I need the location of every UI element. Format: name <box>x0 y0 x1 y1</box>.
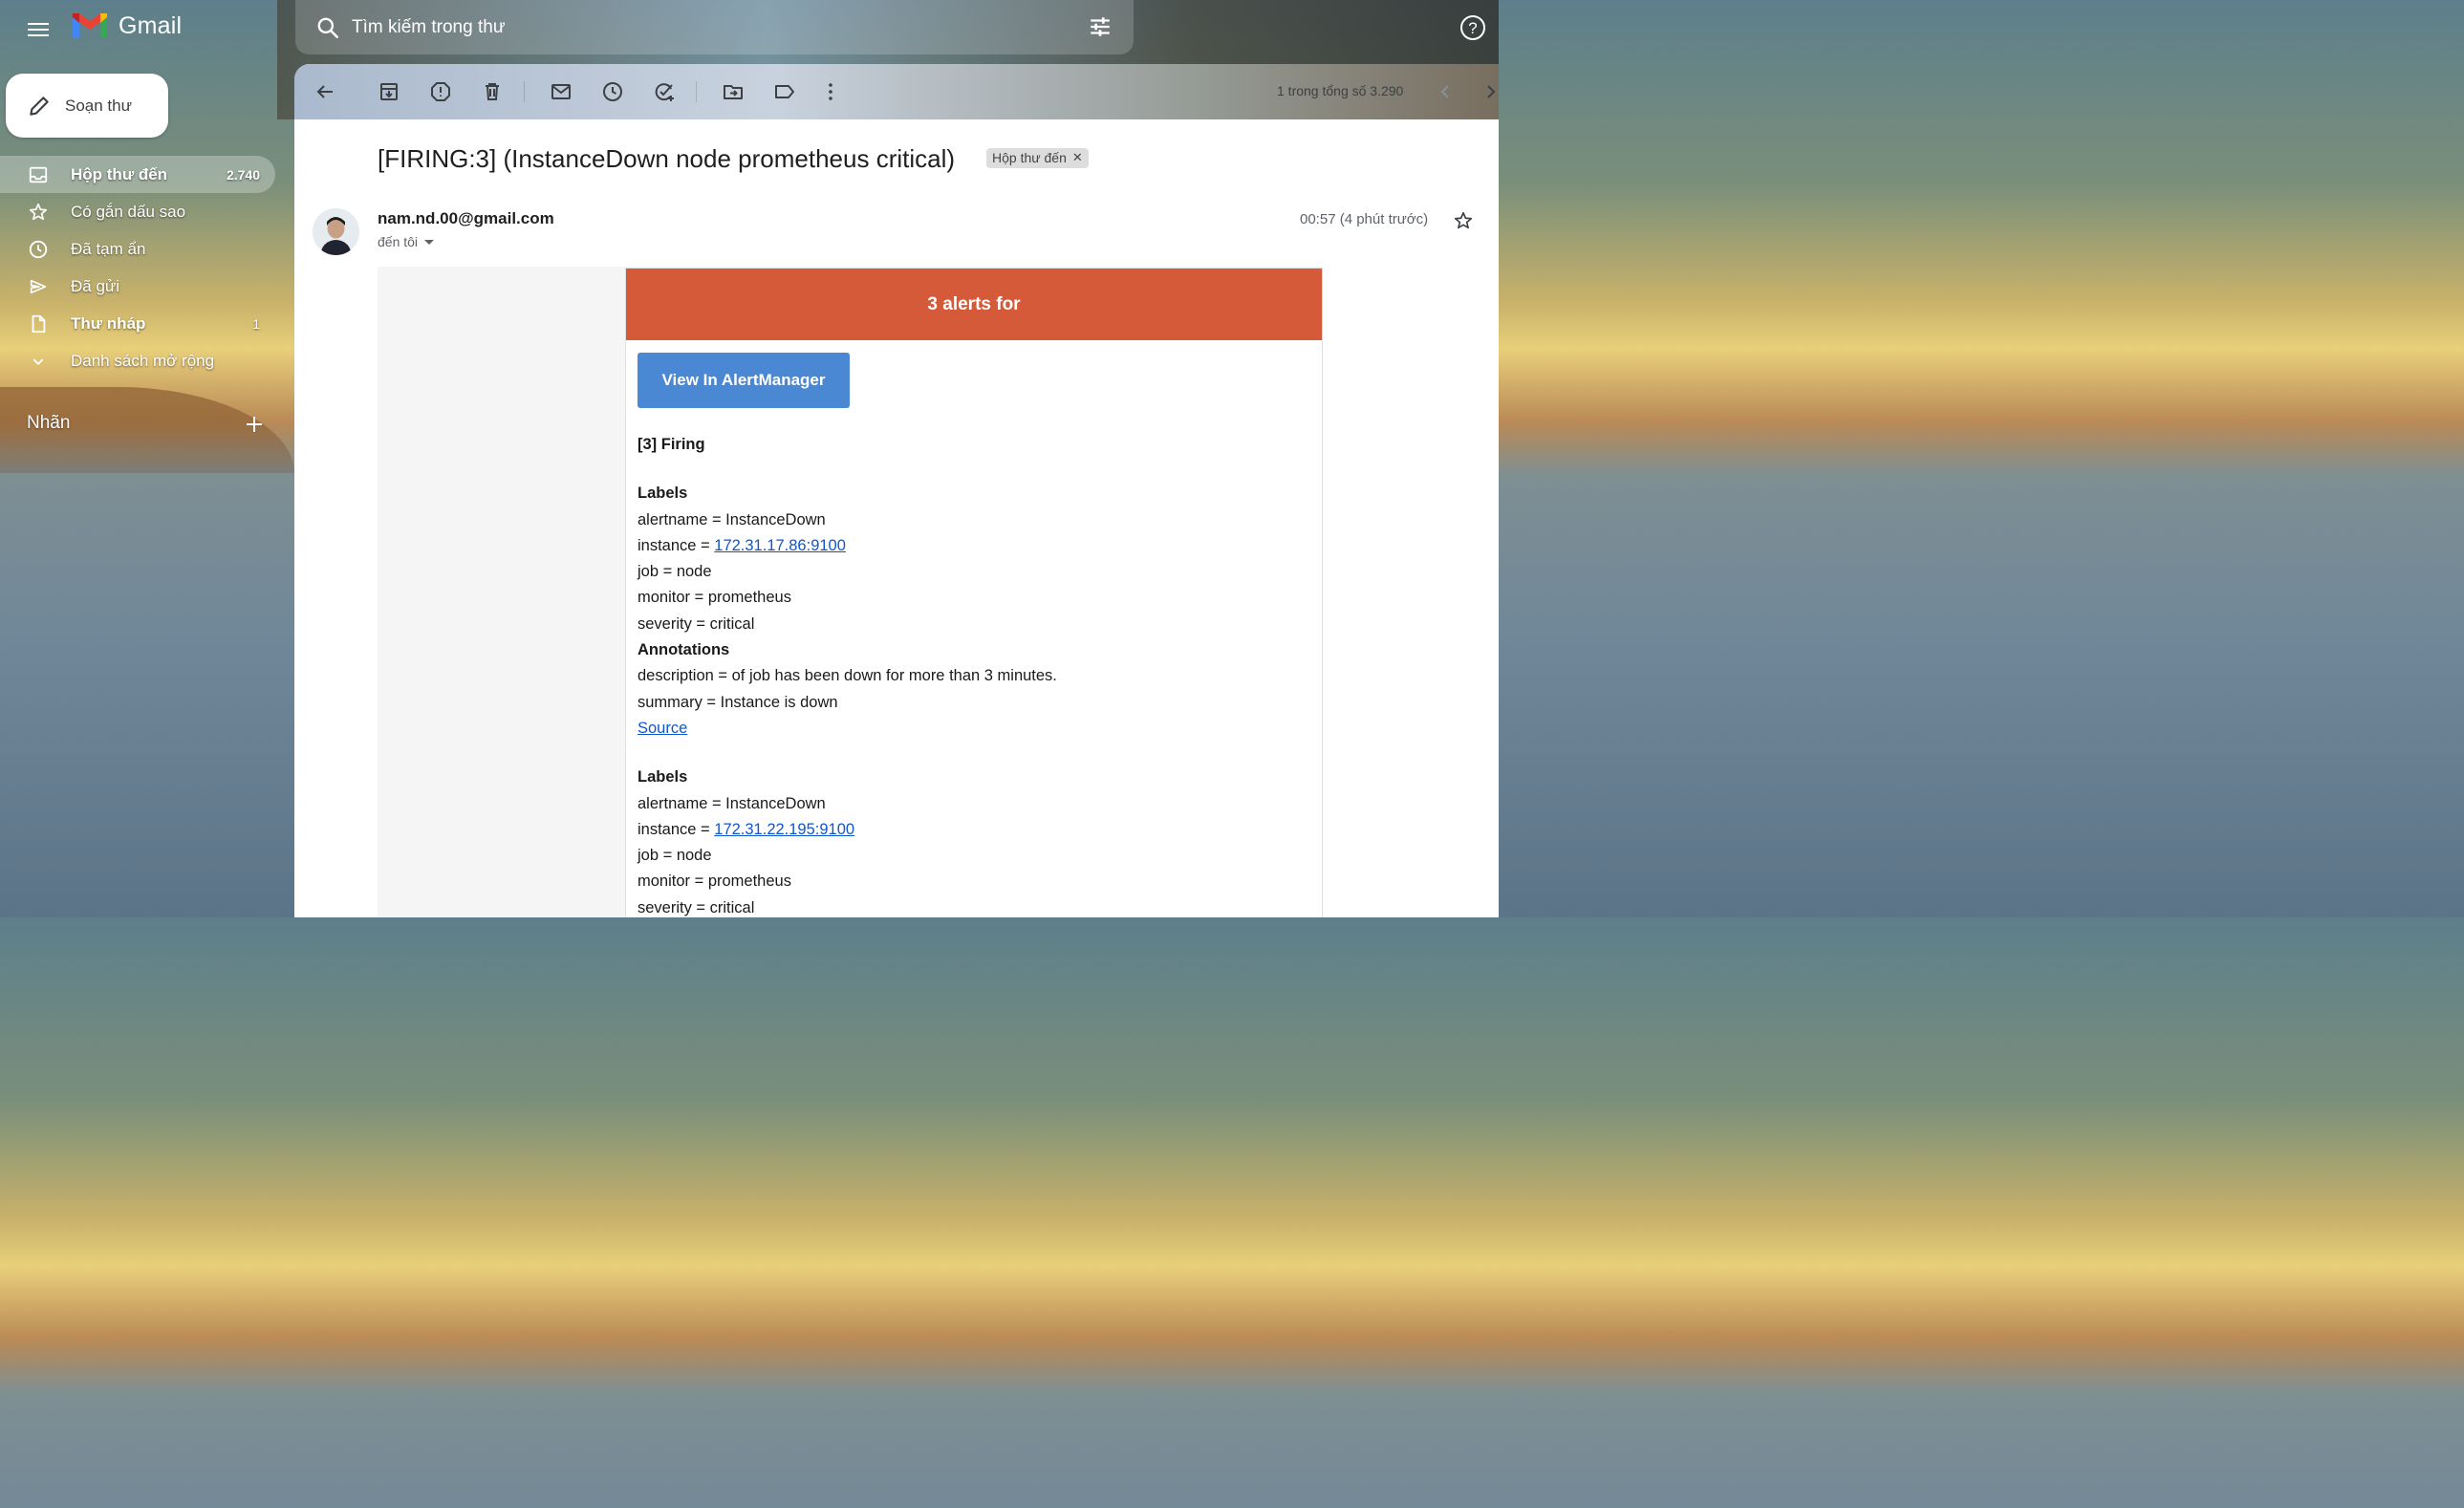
delete-icon[interactable] <box>481 80 504 103</box>
sidebar-item-more[interactable]: Danh sách mở rộng <box>0 342 275 379</box>
recipient-label: đến tôi <box>378 234 419 249</box>
sidebar-item-sent[interactable]: Đã gửi <box>0 268 275 305</box>
alert-content: [3] Firing Labels alertname = InstanceDo… <box>638 432 1057 917</box>
main-menu-button[interactable] <box>23 14 54 45</box>
report-spam-icon[interactable] <box>429 80 452 103</box>
move-to-folder-icon[interactable] <box>722 80 745 103</box>
instance-prefix: instance = <box>638 820 715 838</box>
compose-button[interactable]: Soạn thư <box>6 74 168 138</box>
firing-heading: [3] Firing <box>638 436 705 453</box>
help-icon[interactable]: ? <box>1459 13 1487 42</box>
label-instance: instance = 172.31.17.86:9100 <box>638 533 1057 559</box>
email-body: 3 alerts for View In AlertManager [3] Fi… <box>378 267 1323 917</box>
sidebar-item-drafts[interactable]: Thư nháp 1 <box>0 305 275 342</box>
snooze-clock-icon[interactable] <box>601 80 624 103</box>
sidebar-item-label: Hộp thư đến <box>71 164 168 183</box>
inbox-icon <box>29 166 48 183</box>
sidebar-item-label: Danh sách mở rộng <box>71 351 215 370</box>
pencil-icon <box>30 96 49 116</box>
annotations-heading: Annotations <box>638 641 730 659</box>
chevron-down-icon <box>32 358 44 366</box>
label-monitor: monitor = prometheus <box>638 589 791 607</box>
compose-label: Soạn thư <box>65 96 132 115</box>
draft-icon <box>32 314 46 334</box>
star-toggle-icon[interactable] <box>1453 210 1474 231</box>
labels-header: Nhãn <box>27 413 71 433</box>
email-toolbar: 1 trong tổng số 3.290 <box>294 64 1499 119</box>
newer-chevron-left-icon[interactable] <box>1434 80 1457 103</box>
svg-text:?: ? <box>1468 19 1477 37</box>
view-in-alertmanager-button[interactable]: View In AlertManager <box>638 353 850 408</box>
send-icon <box>30 279 47 294</box>
sender-email[interactable]: nam.nd.00@gmail.com <box>378 209 554 228</box>
sidebar-item-label: Đã gửi <box>71 276 120 295</box>
instance-link[interactable]: 172.31.17.86:9100 <box>714 537 846 554</box>
back-arrow-icon[interactable] <box>313 80 336 103</box>
email-timestamp: 00:57 (4 phút trước) <box>1300 211 1429 227</box>
app-name: Gmail <box>119 11 183 39</box>
avatar-image <box>313 208 359 255</box>
label-alertname: alertname = InstanceDown <box>638 510 826 528</box>
gmail-m-icon <box>73 13 107 38</box>
label-monitor: monitor = prometheus <box>638 872 791 891</box>
gmail-logo[interactable]: Gmail <box>71 11 182 40</box>
label-alertname: alertname = InstanceDown <box>638 794 826 812</box>
label-icon[interactable] <box>773 80 796 103</box>
annotation-summary: summary = Instance is down <box>638 693 838 711</box>
label-severity: severity = critical <box>638 898 755 916</box>
chip-label: Hộp thư đến <box>992 150 1067 165</box>
instance-link[interactable]: 172.31.22.195:9100 <box>714 821 854 838</box>
labels-heading: Labels <box>638 485 688 503</box>
top-bar: Gmail ? <box>0 0 1499 59</box>
sidebar-item-inbox[interactable]: Hộp thư đến 2.740 <box>0 156 275 193</box>
avatar[interactable] <box>313 208 359 255</box>
add-label-icon[interactable] <box>243 413 266 436</box>
email-view: 1 trong tổng số 3.290 [FIRING:3] (Instan… <box>294 64 1499 917</box>
instance-prefix: instance = <box>638 536 715 554</box>
inbox-label-chip[interactable]: Hộp thư đến ✕ <box>986 148 1089 168</box>
menu-icon-line <box>28 29 49 31</box>
sidebar-item-snoozed[interactable]: Đã tạm ẩn <box>0 230 275 268</box>
search-bar[interactable] <box>295 0 1134 54</box>
search-icon[interactable] <box>315 15 340 40</box>
older-chevron-right-icon[interactable] <box>1480 80 1499 103</box>
toolbar-divider <box>696 81 697 102</box>
sidebar-item-count: 2.740 <box>226 166 260 183</box>
remove-label-icon[interactable]: ✕ <box>1072 150 1083 165</box>
recipient-details[interactable]: đến tôi <box>378 234 435 249</box>
sidebar-nav: Hộp thư đến 2.740 Có gắn dấu sao Đã tạm … <box>0 156 287 379</box>
add-task-icon[interactable] <box>653 80 676 103</box>
alert-header: 3 alerts for <box>626 269 1322 340</box>
clock-icon <box>29 240 48 259</box>
archive-icon[interactable] <box>378 80 400 103</box>
email-subject: [FIRING:3] (InstanceDown node prometheus… <box>378 144 956 173</box>
label-job: job = node <box>638 847 712 865</box>
search-input[interactable] <box>350 15 1061 39</box>
labels-heading: Labels <box>638 768 688 786</box>
star-icon <box>29 203 48 221</box>
label-severity: severity = critical <box>638 614 755 633</box>
label-instance: instance = 172.31.22.195:9100 <box>638 817 1057 843</box>
pagination-text: 1 trong tổng số 3.290 <box>1277 83 1404 98</box>
label-job: job = node <box>638 563 712 581</box>
annotation-description: description = of job has been down for m… <box>638 667 1057 685</box>
more-options-icon[interactable] <box>819 80 842 103</box>
caret-down-icon <box>424 240 435 245</box>
sidebar-item-label: Đã tạm ẩn <box>71 239 146 258</box>
sidebar-item-label: Thư nháp <box>71 313 146 333</box>
sidebar-item-count: 1 <box>252 315 260 332</box>
source-link[interactable]: Source <box>638 720 687 737</box>
menu-icon-line <box>28 34 49 36</box>
search-options-icon[interactable] <box>1088 14 1113 39</box>
toolbar-divider <box>524 81 525 102</box>
alert-card: 3 alerts for View In AlertManager [3] Fi… <box>625 268 1323 917</box>
menu-icon-line <box>28 23 49 25</box>
sidebar-item-starred[interactable]: Có gắn dấu sao <box>0 193 275 230</box>
mark-unread-icon[interactable] <box>550 80 573 103</box>
sidebar-item-label: Có gắn dấu sao <box>71 202 186 221</box>
